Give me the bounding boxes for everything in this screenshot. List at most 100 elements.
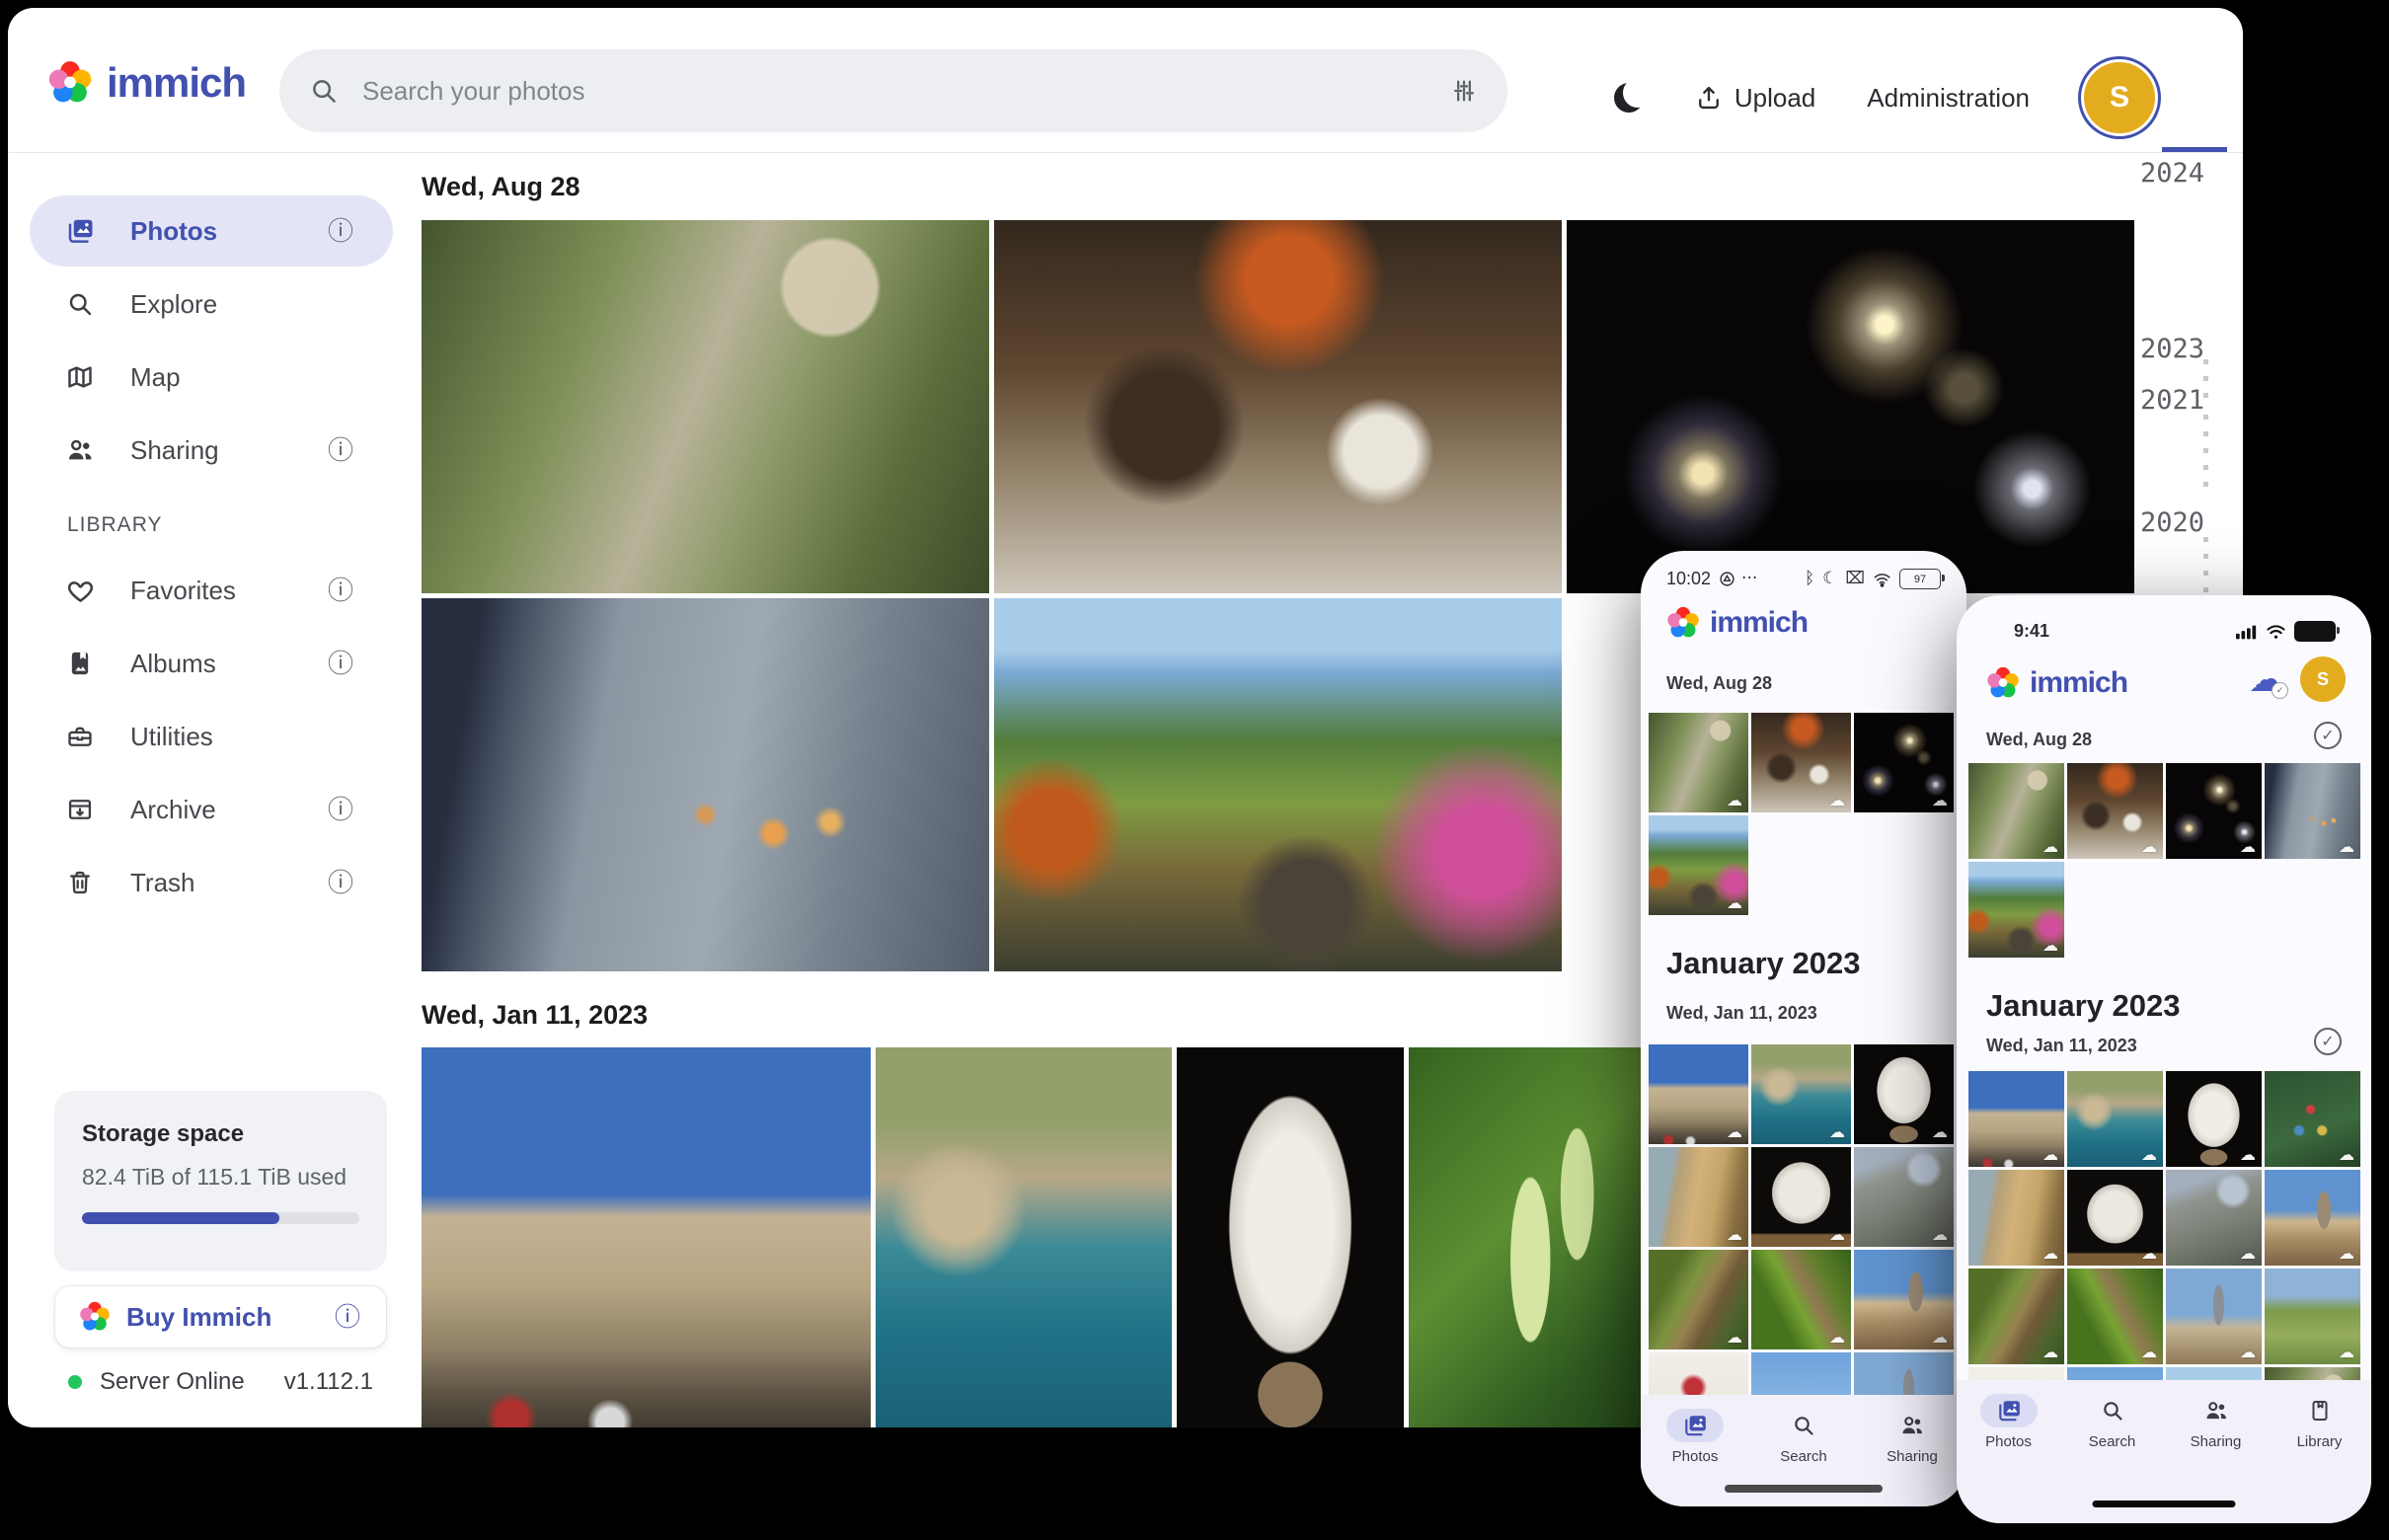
month-heading: January 2023 [1666, 946, 1860, 981]
photo-town[interactable] [1854, 1250, 1954, 1349]
photo-xmas[interactable] [2265, 1071, 2360, 1167]
photo-dinner[interactable] [2067, 763, 2163, 859]
photo-beach[interactable] [1968, 1170, 2064, 1266]
photo-dinner[interactable] [994, 220, 1562, 593]
photo-sculpture[interactable] [2067, 1170, 2163, 1266]
photo-autumn[interactable] [994, 598, 1562, 971]
photo-dinner[interactable] [1751, 713, 1851, 812]
sidebar-item-utilities[interactable]: Utilities [30, 701, 393, 772]
sharing-people-icon [1884, 1409, 1941, 1442]
timeline-year-2023[interactable]: 2023 [2140, 334, 2231, 364]
nav-item-library[interactable]: Library [2291, 1394, 2349, 1450]
photo-ruin[interactable] [2166, 1170, 2262, 1266]
info-icon[interactable]: ⓘ [328, 437, 353, 463]
info-icon[interactable]: ⓘ [328, 651, 353, 676]
nav-item-sharing[interactable]: Sharing [2188, 1394, 2245, 1450]
photo-ruin[interactable] [1854, 1147, 1954, 1247]
photo-fortress[interactable] [1649, 1044, 1748, 1144]
photo-lizard[interactable] [1649, 1250, 1748, 1349]
sidebar-item-trash[interactable]: Trash ⓘ [30, 847, 393, 918]
photo-zoo[interactable] [1649, 713, 1748, 812]
photo-fireworks[interactable] [2166, 763, 2262, 859]
photo-zoo[interactable] [422, 220, 989, 593]
nav-item-search[interactable]: Search [1775, 1409, 1832, 1465]
photo-bust[interactable] [2166, 1071, 2262, 1167]
select-all-check-icon[interactable]: ✓ [2314, 1028, 2342, 1055]
photo-lizard2[interactable] [2067, 1269, 2163, 1364]
photo-hands[interactable] [2265, 763, 2360, 859]
photo-fortress[interactable] [422, 1047, 871, 1427]
sidebar-item-archive[interactable]: Archive ⓘ [30, 774, 393, 845]
immich-flower-icon [79, 1301, 111, 1333]
nav-item-sharing[interactable]: Sharing [1884, 1409, 1941, 1465]
upload-button[interactable]: Upload [1695, 83, 1815, 114]
month-heading: January 2023 [1986, 988, 2180, 1024]
sidebar-item-map[interactable]: Map [30, 342, 393, 413]
user-avatar[interactable]: S [2300, 656, 2346, 702]
photo-farm[interactable] [2265, 1269, 2360, 1364]
sidebar-item-albums[interactable]: Albums ⓘ [30, 628, 393, 699]
select-all-check-icon[interactable]: ✓ [2314, 722, 2342, 749]
photo-bust[interactable] [1854, 1044, 1954, 1144]
nav-item-photos[interactable]: Photos [1980, 1394, 2038, 1450]
info-icon[interactable]: ⓘ [328, 870, 353, 895]
photo-autumn[interactable] [1968, 862, 2064, 958]
dnd-moon-icon: ☾ [1822, 571, 1837, 587]
immich-logo[interactable]: immich [47, 59, 246, 107]
search-bar[interactable] [279, 49, 1507, 132]
timeline-year-2021[interactable]: 2021 [2140, 385, 2231, 416]
header-divider [8, 152, 2243, 153]
sidebar-item-sharing[interactable]: Sharing ⓘ [30, 415, 393, 486]
dark-mode-toggle-icon[interactable] [1614, 83, 1644, 113]
photo-lizard[interactable] [1968, 1269, 2064, 1364]
photo-fireworks[interactable] [1567, 220, 2134, 593]
photo-coastal[interactable] [1751, 1044, 1851, 1144]
photo-beach[interactable] [1649, 1147, 1748, 1247]
photo-town[interactable] [2265, 1170, 2360, 1266]
sidebar-item-photos[interactable]: Photos ⓘ [30, 195, 393, 267]
photo-autumn[interactable] [1649, 815, 1748, 915]
info-icon[interactable]: ⓘ [328, 578, 353, 603]
server-status-row: Server Online v1.112.1 [54, 1368, 387, 1396]
photo-church[interactable] [2166, 1269, 2262, 1364]
nav-label: Sharing [1887, 1448, 1938, 1465]
sidebar-item-label: Trash [130, 868, 195, 898]
search-input[interactable] [360, 75, 1450, 108]
photo-bust[interactable] [1177, 1047, 1404, 1427]
photo-grid-row [1968, 1071, 2360, 1167]
sharing-people-icon [2188, 1394, 2245, 1427]
nav-item-search[interactable]: Search [2084, 1394, 2141, 1450]
timeline-year-2020[interactable]: 2020 [2140, 507, 2231, 538]
photo-sculpture[interactable] [1751, 1147, 1851, 1247]
photo-plant[interactable] [1409, 1047, 1643, 1427]
info-icon[interactable]: ⓘ [328, 218, 353, 244]
photo-grid-row [422, 1047, 1643, 1427]
photo-fortress[interactable] [1968, 1071, 2064, 1167]
user-avatar[interactable]: S [2081, 59, 2158, 136]
timeline-position-indicator[interactable] [2162, 147, 2227, 152]
wifi-icon [2266, 624, 2286, 640]
backup-cloud-icon[interactable]: ☁✓ [2249, 661, 2284, 697]
info-icon[interactable]: ⓘ [328, 797, 353, 822]
nav-item-photos[interactable]: Photos [1666, 1409, 1724, 1465]
sidebar-item-favorites[interactable]: Favorites ⓘ [30, 555, 393, 626]
photo-lizard2[interactable] [1751, 1250, 1851, 1349]
timeline-year-2024[interactable]: 2024 [2140, 158, 2231, 189]
photo-coastal[interactable] [876, 1047, 1172, 1427]
photo-fireworks[interactable] [1854, 713, 1954, 812]
date-header-jan11: Wed, Jan 11, 2023 [422, 1000, 648, 1031]
administration-link[interactable]: Administration [1867, 83, 2030, 114]
trash-icon [65, 868, 95, 897]
search-filters-icon[interactable] [1450, 77, 1478, 105]
nav-label: Photos [1672, 1448, 1719, 1465]
photo-hands[interactable] [422, 598, 989, 971]
storage-usage: 82.4 TiB of 115.1 TiB used [82, 1164, 359, 1191]
photo-zoo[interactable] [1968, 763, 2064, 859]
battery-icon: 97 [1899, 569, 1941, 589]
phone-mockup-android: 10:02 ··· ᛒ ☾ ⌧ 97 immich Wed, Aug 28 Ja… [1641, 551, 1966, 1506]
sidebar-item-explore[interactable]: Explore [30, 269, 393, 340]
buy-immich-button[interactable]: Buy Immich ⓘ [54, 1285, 387, 1348]
photo-grid-row [1968, 763, 2360, 859]
info-icon[interactable]: ⓘ [335, 1304, 360, 1330]
photo-coastal[interactable] [2067, 1071, 2163, 1167]
